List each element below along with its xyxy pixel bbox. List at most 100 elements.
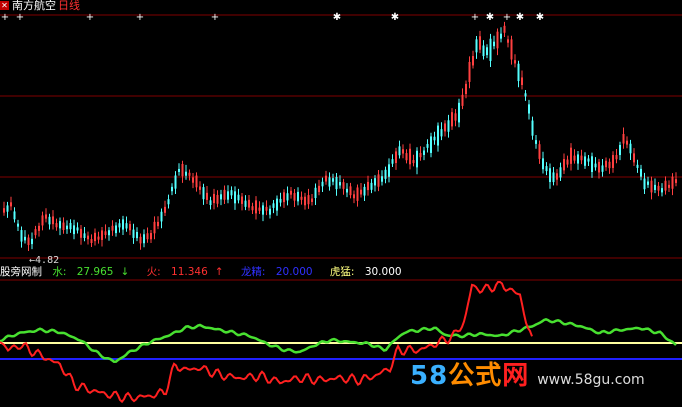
candle-body	[601, 165, 604, 172]
candle-body	[447, 120, 450, 132]
candle-body	[115, 225, 117, 234]
candle-body	[493, 41, 495, 47]
signal-marker-icon: +	[86, 12, 94, 23]
signal-marker-icon: ✱	[333, 12, 341, 23]
candle-body	[286, 193, 289, 201]
candle-body	[94, 232, 96, 242]
candle-body	[328, 177, 331, 187]
candle-body	[349, 186, 352, 196]
candle-body	[223, 189, 226, 200]
candle-body	[507, 39, 509, 43]
candle-body	[549, 168, 551, 183]
candle-body	[384, 169, 387, 179]
candle-body	[181, 163, 184, 177]
candle-body	[437, 125, 439, 146]
candle-body	[108, 230, 110, 236]
candle-body	[472, 56, 474, 66]
candle-body	[192, 177, 194, 183]
indicator-name[interactable]: 股旁网制	[0, 266, 42, 278]
period-label[interactable]: 日线	[58, 0, 80, 12]
candle-body	[174, 175, 177, 189]
stock-name: 南方航空	[12, 0, 56, 12]
signal-marker-icon: +	[136, 12, 144, 23]
candle-body	[293, 193, 296, 201]
candle-body	[272, 203, 275, 208]
dragon-legend: 龙精: 20.000	[240, 266, 313, 278]
candle-body	[545, 166, 548, 172]
candle-body	[34, 229, 37, 236]
candle-body	[265, 206, 268, 211]
candle-body	[517, 63, 520, 82]
candle-body	[367, 181, 369, 191]
candle-body	[167, 199, 170, 205]
candle-body	[129, 224, 131, 231]
signal-marker-icon: ✱	[516, 12, 524, 23]
candle-body	[31, 238, 33, 245]
candle-body	[461, 94, 464, 106]
candle-body	[426, 144, 429, 148]
candle-body	[80, 228, 82, 238]
candle-body	[136, 231, 138, 239]
candle-body	[591, 156, 593, 173]
candle-body	[570, 147, 572, 164]
candle-body	[531, 120, 534, 136]
candle-body	[566, 159, 569, 165]
candle-body	[132, 229, 135, 238]
water-legend: 水: 27.965 ↓	[52, 266, 130, 278]
candle-body	[55, 223, 58, 228]
candle-body	[139, 236, 142, 244]
candle-body	[150, 233, 152, 240]
stock-chart-window: + + + + + ✱ ✱ + ✱ + ✱ ✱ ✕ 南方航空 日线 ←4.82 股旁网制 水: 27.96…	[0, 0, 682, 407]
candle-body	[290, 190, 292, 195]
candle-body	[304, 196, 306, 206]
close-icon[interactable]: ✕	[0, 1, 9, 10]
candle-body	[353, 194, 355, 199]
candle-body	[598, 161, 600, 173]
candle-body	[195, 175, 198, 188]
fire-legend: 火: 11.346 ↑	[146, 266, 224, 278]
candle-body	[69, 222, 72, 230]
candle-body	[650, 180, 653, 193]
candle-body	[248, 199, 250, 208]
candle-body	[661, 188, 663, 193]
candle-body	[356, 187, 359, 201]
signal-marker-icon: +	[16, 12, 24, 23]
candle-body	[377, 174, 380, 187]
candle-body	[363, 186, 366, 196]
candle-body	[444, 123, 446, 132]
candle-body	[486, 47, 488, 56]
candle-body	[552, 172, 555, 183]
candle-body	[668, 184, 670, 188]
candle-body	[199, 186, 201, 190]
candle-body	[227, 191, 229, 200]
candle-body	[577, 154, 579, 164]
candle-body	[563, 159, 565, 171]
watermark-logo: 58公式网 www.58gu.com	[410, 361, 645, 391]
signal-marker-icon: ✱	[486, 12, 494, 23]
candle-body	[633, 153, 635, 163]
candle-body	[608, 161, 611, 169]
candle-body	[185, 171, 187, 176]
candle-body	[430, 136, 432, 153]
candle-body	[237, 194, 240, 201]
chart-canvas[interactable]: + + + + + ✱ ✱ + ✱ + ✱ ✱	[0, 0, 682, 407]
candle-body	[118, 223, 121, 228]
candle-body	[346, 188, 348, 193]
candle-body	[41, 215, 44, 226]
candle-body	[675, 179, 677, 183]
candle-body	[241, 196, 243, 204]
candle-body	[6, 205, 9, 212]
candle-body	[188, 172, 191, 176]
candle-body	[510, 39, 513, 60]
candle-body	[643, 178, 646, 190]
candle-body	[209, 200, 212, 206]
candle-body	[307, 195, 310, 205]
candle-body	[111, 225, 114, 231]
signal-marker-icon: +	[503, 12, 511, 23]
candle-body	[283, 192, 285, 203]
candle-body	[17, 223, 19, 227]
candle-body	[321, 181, 324, 187]
candle-body	[157, 221, 159, 227]
candle-body	[405, 153, 408, 161]
candle-body	[605, 160, 607, 168]
